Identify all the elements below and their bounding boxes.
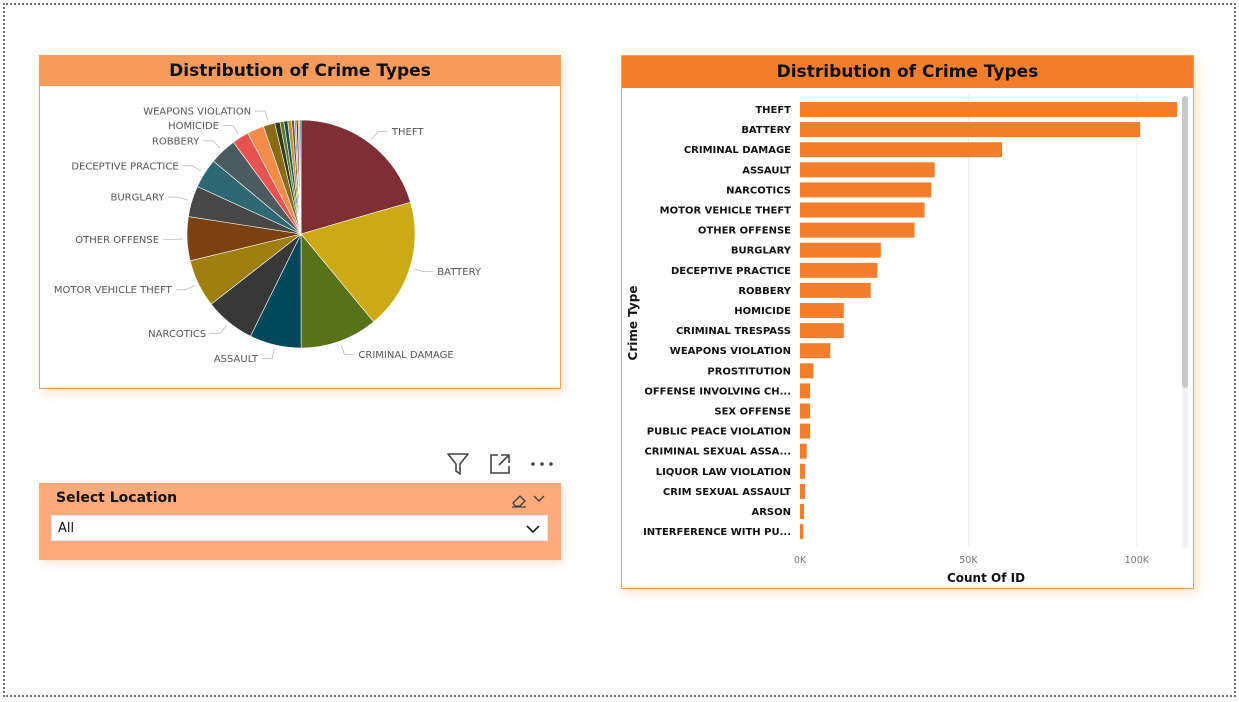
more-options-icon[interactable] — [528, 450, 556, 478]
pie-leader-theft — [371, 131, 388, 140]
location-dropdown[interactable]: All — [51, 515, 548, 541]
pie-label-deceptive-practice: DECEPTIVE PRACTICE — [71, 161, 178, 172]
pie-label-narcotics: NARCOTICS — [148, 329, 206, 340]
pie-label-robbery: ROBBERY — [152, 136, 200, 147]
bar-label-robbery: ROBBERY — [738, 286, 791, 297]
pie-leader-battery — [413, 268, 434, 273]
x-tick-label-0: 0K — [794, 555, 807, 566]
pie-leader-robbery — [203, 140, 221, 149]
y-axis-title: Crime Type — [626, 286, 640, 361]
bar-offense-involving-ch[interactable] — [800, 383, 811, 399]
filter-icon[interactable] — [444, 450, 472, 478]
pie-leader-motor-vehicle-theft — [175, 285, 195, 291]
bar-motor-vehicle-theft[interactable] — [800, 202, 925, 218]
pie-label-battery: BATTERY — [437, 267, 482, 278]
bar-chart-card[interactable]: Distribution of Crime Types 0K 50K 100K THE… — [621, 55, 1194, 589]
bar-label-weapons-violation: WEAPONS VIOLATION — [670, 346, 791, 357]
pie-label-homicide: HOMICIDE — [168, 121, 219, 132]
eraser-icon[interactable] — [512, 495, 526, 508]
bar-assault[interactable] — [800, 162, 935, 178]
focus-mode-icon[interactable] — [486, 450, 514, 478]
slicer-header-icons — [509, 491, 549, 509]
pie-leader-burglary — [168, 196, 189, 201]
bar-theft[interactable] — [800, 102, 1178, 117]
bar-label-offense-involving-ch: OFFENSE INVOLVING CH... — [644, 386, 791, 397]
pie-leader-assault — [262, 348, 275, 360]
pie-chart-title: Distribution of Crime Types — [40, 56, 560, 86]
bar-label-prostitution: PROSTITUTION — [707, 366, 791, 377]
pie-label-theft: THEFT — [391, 127, 425, 138]
bar-label-public-peace-violation: PUBLIC PEACE VIOLATION — [647, 427, 791, 438]
bar-label-crim-sexual-assault: CRIM SEXUAL ASSAULT — [663, 487, 791, 498]
pie-label-weapons-violation: WEAPONS VIOLATION — [143, 107, 251, 118]
location-slicer: Select Location All — [39, 483, 561, 560]
bar-liquor-law-violation[interactable] — [800, 463, 806, 479]
bar-label-theft: THEFT — [755, 105, 791, 116]
bar-other-offense[interactable] — [800, 222, 915, 238]
x-tick-label-2: 100K — [1125, 555, 1150, 566]
bar-prostitution[interactable] — [800, 363, 814, 379]
bar-label-arson: ARSON — [751, 507, 791, 518]
bar-homicide[interactable] — [800, 303, 844, 318]
bar-arson[interactable] — [800, 504, 805, 519]
bar-criminal-damage[interactable] — [800, 142, 1003, 158]
bar-robbery[interactable] — [800, 282, 871, 298]
bar-label-narcotics: NARCOTICS — [726, 185, 791, 196]
pie-leader-criminal-damage — [340, 344, 355, 355]
bar-burglary[interactable] — [800, 242, 881, 258]
pie-chart: THEFT BATTERY CRIMINAL DAMAGE ASSAULT NARCOT… — [54, 107, 482, 366]
pie-chart-card[interactable]: Distribution of Crime Types THEFT BATTERY… — [39, 55, 561, 389]
bar-label-other-offense: OTHER OFFENSE — [698, 226, 791, 237]
bar-label-sex-offense: SEX OFFENSE — [714, 407, 791, 418]
location-dropdown-value: All — [58, 521, 75, 536]
bar-criminal-sexual-assa[interactable] — [800, 443, 807, 459]
pie-label-assault: ASSAULT — [214, 354, 259, 365]
bar-public-peace-violation[interactable] — [800, 423, 811, 439]
pie-leader-weapons-violation — [255, 110, 269, 121]
x-axis-title: Count Of ID — [947, 571, 1025, 585]
bar-interference-with-pu[interactable] — [800, 524, 804, 540]
bar-sex-offense[interactable] — [800, 403, 811, 419]
bar-chart-title: Distribution of Crime Types — [622, 56, 1193, 88]
bar-label-motor-vehicle-theft: MOTOR VEHICLE THEFT — [660, 206, 791, 217]
bar-label-battery: BATTERY — [741, 125, 791, 136]
pie-label-other-offense: OTHER OFFENSE — [75, 235, 159, 246]
bar-label-deceptive-practice: DECEPTIVE PRACTICE — [671, 266, 791, 277]
bar-label-interference-with-pu: INTERFERENCE WITH PU... — [643, 527, 791, 538]
bar-deceptive-practice[interactable] — [800, 262, 878, 278]
x-tick-label-1: 50K — [959, 555, 978, 566]
bar-label-criminal-sexual-assa: CRIMINAL SEXUAL ASSA... — [644, 447, 791, 458]
pie-leader-deceptive-practice — [182, 165, 202, 172]
bar-weapons-violation[interactable] — [800, 343, 831, 359]
bar-chart: 0K 50K 100K THEFT BATTERY CRIMINAL DAMAGE ASSA… — [626, 94, 1188, 585]
scrollbar-thumb[interactable] — [1182, 96, 1188, 388]
bar-label-liquor-law-violation: LIQUOR LAW VIOLATION — [656, 467, 791, 478]
bar-label-assault: ASSAULT — [742, 165, 791, 176]
pie-label-criminal-damage: CRIMINAL DAMAGE — [358, 350, 453, 361]
bar-label-homicide: HOMICIDE — [734, 306, 791, 317]
bar-label-criminal-damage: CRIMINAL DAMAGE — [684, 145, 791, 156]
bar-crim-sexual-assault[interactable] — [800, 483, 806, 499]
pie-leader-narcotics — [210, 325, 227, 334]
bar-label-criminal-trespass: CRIMINAL TRESPASS — [676, 326, 791, 337]
bar-narcotics[interactable] — [800, 182, 932, 198]
dropdown-chevron-icon[interactable] — [525, 522, 541, 536]
pie-label-burglary: BURGLARY — [110, 193, 165, 204]
bar-label-burglary: BURGLARY — [731, 246, 792, 257]
slicer-title: Select Location — [56, 490, 178, 506]
bar-criminal-trespass[interactable] — [800, 323, 844, 339]
pie-leader-homicide — [223, 125, 239, 135]
bar-battery[interactable] — [800, 122, 1141, 138]
visual-toolbar — [444, 450, 558, 478]
pie-label-motor-vehicle-theft: MOTOR VEHICLE THEFT — [54, 285, 173, 296]
chevron-down-icon[interactable] — [533, 495, 545, 502]
